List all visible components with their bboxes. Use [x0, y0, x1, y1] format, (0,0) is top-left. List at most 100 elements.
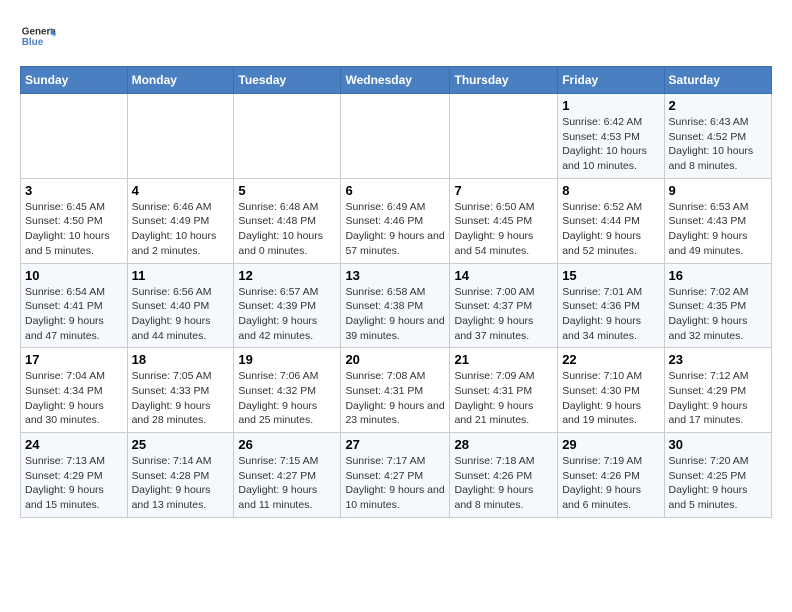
day-info: Sunrise: 6:48 AM Sunset: 4:48 PM Dayligh… — [238, 200, 336, 259]
calendar-cell: 21 Sunrise: 7:09 AM Sunset: 4:31 PM Dayli… — [450, 348, 558, 433]
day-number: 28 — [454, 437, 553, 452]
day-number: 4 — [132, 183, 230, 198]
calendar-cell: 19 Sunrise: 7:06 AM Sunset: 4:32 PM Dayli… — [234, 348, 341, 433]
day-number: 20 — [345, 352, 445, 367]
day-number: 23 — [669, 352, 767, 367]
day-header-wednesday: Wednesday — [341, 67, 450, 94]
calendar-cell: 30 Sunrise: 7:20 AM Sunset: 4:25 PM Dayli… — [664, 433, 771, 518]
day-info: Sunrise: 7:10 AM Sunset: 4:30 PM Dayligh… — [562, 369, 659, 428]
day-number: 11 — [132, 268, 230, 283]
day-info: Sunrise: 6:56 AM Sunset: 4:40 PM Dayligh… — [132, 285, 230, 344]
day-number: 16 — [669, 268, 767, 283]
day-info: Sunrise: 7:18 AM Sunset: 4:26 PM Dayligh… — [454, 454, 553, 513]
day-header-thursday: Thursday — [450, 67, 558, 94]
day-number: 26 — [238, 437, 336, 452]
day-number: 17 — [25, 352, 123, 367]
calendar-cell: 17 Sunrise: 7:04 AM Sunset: 4:34 PM Dayli… — [21, 348, 128, 433]
day-info: Sunrise: 7:13 AM Sunset: 4:29 PM Dayligh… — [25, 454, 123, 513]
calendar-week-2: 3Sunrise: 6:45 AM Sunset: 4:50 PM Daylig… — [21, 178, 772, 263]
day-number: 9 — [669, 183, 767, 198]
calendar-cell: 28 Sunrise: 7:18 AM Sunset: 4:26 PM Dayli… — [450, 433, 558, 518]
calendar-week-5: 24 Sunrise: 7:13 AM Sunset: 4:29 PM Dayli… — [21, 433, 772, 518]
day-number: 10 — [25, 268, 123, 283]
calendar-cell: 18 Sunrise: 7:05 AM Sunset: 4:33 PM Dayli… — [127, 348, 234, 433]
day-header-sunday: Sunday — [21, 67, 128, 94]
day-info: Sunrise: 7:09 AM Sunset: 4:31 PM Dayligh… — [454, 369, 553, 428]
day-number: 18 — [132, 352, 230, 367]
logo: General Blue — [20, 20, 56, 56]
calendar-cell: 6Sunrise: 6:49 AM Sunset: 4:46 PM Daylig… — [341, 178, 450, 263]
day-info: Sunrise: 7:01 AM Sunset: 4:36 PM Dayligh… — [562, 285, 659, 344]
day-info: Sunrise: 7:00 AM Sunset: 4:37 PM Dayligh… — [454, 285, 553, 344]
day-number: 30 — [669, 437, 767, 452]
calendar-cell: 4 Sunrise: 6:46 AM Sunset: 4:49 PM Daylig… — [127, 178, 234, 263]
logo-icon: General Blue — [20, 20, 56, 56]
day-info: Sunrise: 7:17 AM Sunset: 4:27 PM Dayligh… — [345, 454, 445, 513]
day-number: 25 — [132, 437, 230, 452]
day-info: Sunrise: 7:19 AM Sunset: 4:26 PM Dayligh… — [562, 454, 659, 513]
calendar-cell: 20 Sunrise: 7:08 AM Sunset: 4:31 PM Dayli… — [341, 348, 450, 433]
day-info: Sunrise: 7:15 AM Sunset: 4:27 PM Dayligh… — [238, 454, 336, 513]
day-header-monday: Monday — [127, 67, 234, 94]
day-info: Sunrise: 6:43 AM Sunset: 4:52 PM Dayligh… — [669, 115, 767, 174]
day-info: Sunrise: 7:04 AM Sunset: 4:34 PM Dayligh… — [25, 369, 123, 428]
day-info: Sunrise: 6:52 AM Sunset: 4:44 PM Dayligh… — [562, 200, 659, 259]
day-info: Sunrise: 6:49 AM Sunset: 4:46 PM Dayligh… — [345, 200, 445, 259]
calendar-week-1: 1 Sunrise: 6:42 AM Sunset: 4:53 PM Daylig… — [21, 94, 772, 179]
day-number: 2 — [669, 98, 767, 113]
calendar-cell: 9 Sunrise: 6:53 AM Sunset: 4:43 PM Daylig… — [664, 178, 771, 263]
calendar-cell: 10 Sunrise: 6:54 AM Sunset: 4:41 PM Dayli… — [21, 263, 128, 348]
page-header: General Blue — [20, 20, 772, 56]
calendar-cell: 3Sunrise: 6:45 AM Sunset: 4:50 PM Daylig… — [21, 178, 128, 263]
calendar-cell: 22 Sunrise: 7:10 AM Sunset: 4:30 PM Dayli… — [558, 348, 664, 433]
day-info: Sunrise: 6:53 AM Sunset: 4:43 PM Dayligh… — [669, 200, 767, 259]
day-number: 13 — [345, 268, 445, 283]
day-info: Sunrise: 6:57 AM Sunset: 4:39 PM Dayligh… — [238, 285, 336, 344]
calendar-header-row: SundayMondayTuesdayWednesdayThursdayFrid… — [21, 67, 772, 94]
calendar-cell: 25 Sunrise: 7:14 AM Sunset: 4:28 PM Dayli… — [127, 433, 234, 518]
calendar-week-4: 17 Sunrise: 7:04 AM Sunset: 4:34 PM Dayli… — [21, 348, 772, 433]
calendar-cell: 24 Sunrise: 7:13 AM Sunset: 4:29 PM Dayli… — [21, 433, 128, 518]
day-info: Sunrise: 6:46 AM Sunset: 4:49 PM Dayligh… — [132, 200, 230, 259]
day-header-saturday: Saturday — [664, 67, 771, 94]
day-info: Sunrise: 6:58 AM Sunset: 4:38 PM Dayligh… — [345, 285, 445, 344]
day-number: 12 — [238, 268, 336, 283]
calendar-table: SundayMondayTuesdayWednesdayThursdayFrid… — [20, 66, 772, 518]
calendar-week-3: 10 Sunrise: 6:54 AM Sunset: 4:41 PM Dayli… — [21, 263, 772, 348]
day-number: 21 — [454, 352, 553, 367]
day-header-tuesday: Tuesday — [234, 67, 341, 94]
calendar-cell: 8 Sunrise: 6:52 AM Sunset: 4:44 PM Daylig… — [558, 178, 664, 263]
calendar-cell — [127, 94, 234, 179]
day-info: Sunrise: 7:05 AM Sunset: 4:33 PM Dayligh… — [132, 369, 230, 428]
day-info: Sunrise: 7:06 AM Sunset: 4:32 PM Dayligh… — [238, 369, 336, 428]
day-number: 19 — [238, 352, 336, 367]
calendar-cell — [450, 94, 558, 179]
calendar-cell: 15 Sunrise: 7:01 AM Sunset: 4:36 PM Dayli… — [558, 263, 664, 348]
day-number: 22 — [562, 352, 659, 367]
calendar-cell: 1 Sunrise: 6:42 AM Sunset: 4:53 PM Daylig… — [558, 94, 664, 179]
calendar-cell: 7Sunrise: 6:50 AM Sunset: 4:45 PM Daylig… — [450, 178, 558, 263]
day-number: 14 — [454, 268, 553, 283]
day-info: Sunrise: 7:20 AM Sunset: 4:25 PM Dayligh… — [669, 454, 767, 513]
day-info: Sunrise: 6:54 AM Sunset: 4:41 PM Dayligh… — [25, 285, 123, 344]
calendar-cell — [234, 94, 341, 179]
calendar-cell — [341, 94, 450, 179]
day-number: 15 — [562, 268, 659, 283]
day-number: 7 — [454, 183, 553, 198]
day-info: Sunrise: 6:42 AM Sunset: 4:53 PM Dayligh… — [562, 115, 659, 174]
day-number: 24 — [25, 437, 123, 452]
day-number: 29 — [562, 437, 659, 452]
calendar-cell: 29 Sunrise: 7:19 AM Sunset: 4:26 PM Dayli… — [558, 433, 664, 518]
calendar-cell: 27Sunrise: 7:17 AM Sunset: 4:27 PM Dayli… — [341, 433, 450, 518]
day-info: Sunrise: 7:14 AM Sunset: 4:28 PM Dayligh… — [132, 454, 230, 513]
calendar-cell: 13 Sunrise: 6:58 AM Sunset: 4:38 PM Dayli… — [341, 263, 450, 348]
calendar-cell: 26 Sunrise: 7:15 AM Sunset: 4:27 PM Dayli… — [234, 433, 341, 518]
calendar-cell: 16Sunrise: 7:02 AM Sunset: 4:35 PM Dayli… — [664, 263, 771, 348]
calendar-cell: 5 Sunrise: 6:48 AM Sunset: 4:48 PM Daylig… — [234, 178, 341, 263]
calendar-cell: 23Sunrise: 7:12 AM Sunset: 4:29 PM Dayli… — [664, 348, 771, 433]
day-number: 1 — [562, 98, 659, 113]
day-number: 8 — [562, 183, 659, 198]
calendar-cell — [21, 94, 128, 179]
day-number: 5 — [238, 183, 336, 198]
day-info: Sunrise: 7:08 AM Sunset: 4:31 PM Dayligh… — [345, 369, 445, 428]
